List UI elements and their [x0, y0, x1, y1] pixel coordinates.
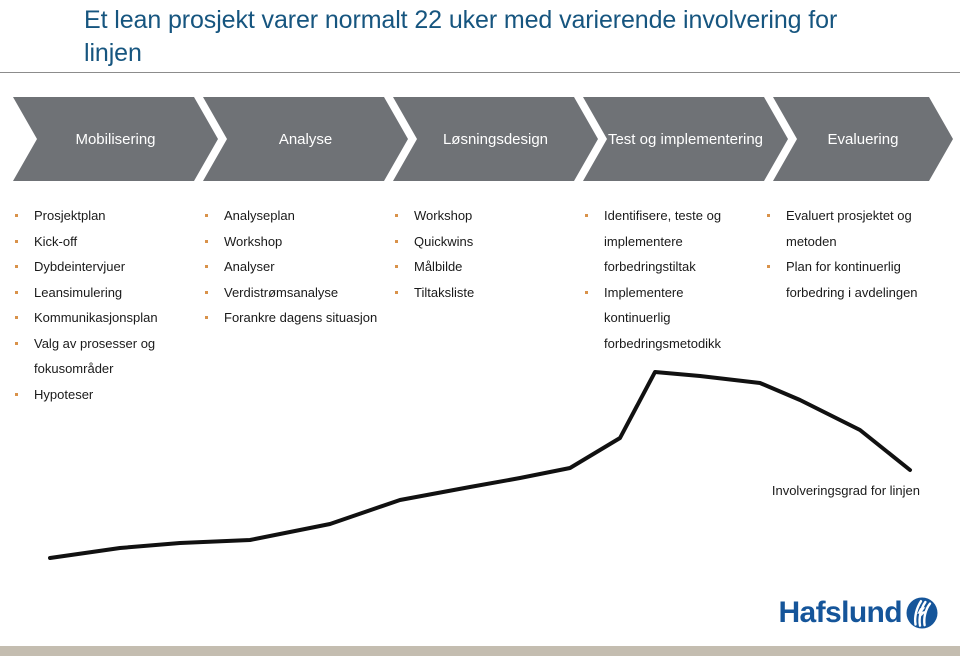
list-item: Workshop: [204, 229, 384, 255]
list-item-label: Tiltaksliste: [414, 284, 475, 300]
list-item-label: Verdistrømsanalyse: [224, 284, 339, 300]
list-item: Workshop: [394, 203, 564, 229]
list-item-label: Identifisere, teste og implementere forb…: [604, 208, 722, 274]
bullet-icon: [205, 316, 208, 319]
bullet-icon: [205, 239, 208, 243]
phase-chevron-analyse[interactable]: Analyse: [203, 97, 408, 181]
phase-chevron-losningsdesign[interactable]: Løsningsdesign: [393, 97, 598, 181]
phase-label: Mobilisering: [75, 130, 156, 148]
list-item-label: Workshop: [224, 233, 283, 249]
page-title: Et lean prosjekt varer normalt 22 uker m…: [84, 6, 838, 67]
list-item-label: Hypoteser: [34, 386, 94, 402]
bullet-icon: [15, 265, 18, 268]
bullet-icon: [15, 392, 18, 396]
list-item-label: Kommunikasjonsplan: [34, 310, 158, 325]
list-item-label: Leansimulering: [34, 284, 123, 300]
bullet-icon: [15, 214, 18, 217]
phase-chevron-band: Mobilisering Analyse Løsningsdesign Test…: [0, 97, 960, 181]
list-item: Implementere kontinuerlig forbedringsmet…: [584, 280, 749, 357]
list-item: Leansimulering: [14, 280, 204, 306]
phase-label: Analyse: [278, 130, 333, 148]
list-item-label: Workshop: [414, 208, 473, 223]
list-item: Dybdeintervjuer: [14, 254, 204, 280]
bullet-icon: [585, 214, 588, 217]
list-item-label: Prosjektplan: [34, 208, 106, 223]
bottom-accent-strip: [0, 646, 960, 656]
list-item-label: Kick-off: [34, 233, 78, 249]
bullet-icon: [15, 239, 18, 243]
list-item: Identifisere, teste og implementere forb…: [584, 203, 749, 280]
phase-label: Løsningsdesign: [442, 130, 549, 148]
phase-label: Evaluering: [827, 130, 899, 148]
list-item: Målbilde: [394, 254, 564, 280]
curve-caption: Involveringsgrad for linjen: [771, 483, 920, 498]
list-item: Forankre dagens situasjon: [204, 305, 384, 331]
analyse-column: Analyseplan Workshop Analyser Verdistrøm…: [204, 203, 384, 331]
list-item: Plan for kontinuerlig forbedring i avdel…: [766, 254, 931, 305]
phase-chevron-test-implementering[interactable]: Test og implementering: [583, 97, 788, 181]
title-divider: [0, 72, 960, 73]
list-item-label: Evaluert prosjektet og metoden: [786, 208, 912, 249]
logo-wordmark: Hafslund: [778, 596, 902, 629]
list-item-label: Quickwins: [414, 233, 474, 249]
list-item-label: Analyseplan: [224, 208, 295, 223]
bullet-icon: [767, 265, 770, 268]
bullet-icon: [15, 316, 18, 319]
list-item: Valg av prosesser og fokusområder: [14, 331, 204, 382]
slide-canvas: Et lean prosjekt varer normalt 22 uker m…: [0, 0, 960, 656]
evaluering-column: Evaluert prosjektet og metoden Plan for …: [766, 203, 931, 305]
hafslund-logo: Hafslund: [778, 596, 938, 630]
phase-chevron-mobilisering[interactable]: Mobilisering: [13, 97, 218, 181]
list-item-label: Valg av prosesser og fokusområder: [34, 335, 156, 377]
losningsdesign-column: Workshop Quickwins Målbilde Tiltaksliste: [394, 203, 564, 305]
mobilisering-column: Prosjektplan Kick-off Dybdeintervjuer Le…: [14, 203, 204, 407]
bullet-icon: [205, 265, 208, 268]
bullet-icon: [395, 214, 398, 217]
list-item-label: Dybdeintervjuer: [34, 259, 126, 274]
phase-label: Test og implementering: [607, 130, 764, 148]
bullet-icon: [395, 290, 398, 294]
list-item: Hypoteser: [14, 382, 204, 408]
test-implementering-column: Identifisere, teste og implementere forb…: [584, 203, 749, 356]
list-item: Kommunikasjonsplan: [14, 305, 204, 331]
bullet-icon: [395, 265, 398, 268]
list-item-label: Målbilde: [414, 259, 463, 274]
hafslund-emblem-icon: [906, 597, 938, 629]
bullet-icon: [767, 214, 770, 217]
phase-chevron-evaluering[interactable]: Evaluering: [773, 97, 953, 181]
list-item: Prosjektplan: [14, 203, 204, 229]
list-item: Tiltaksliste: [394, 280, 564, 306]
list-item: Analyseplan: [204, 203, 384, 229]
bullet-icon: [585, 290, 588, 294]
list-item: Verdistrømsanalyse: [204, 280, 384, 306]
bullet-icon: [15, 290, 18, 294]
bullet-icon: [395, 239, 398, 243]
list-item: Analyser: [204, 254, 384, 280]
list-item: Quickwins: [394, 229, 564, 255]
bullet-icon: [15, 341, 18, 345]
list-item: Evaluert prosjektet og metoden: [766, 203, 931, 254]
list-item-label: Forankre dagens situasjon: [224, 310, 378, 325]
list-item-label: Plan for kontinuerlig forbedring i avdel…: [786, 259, 918, 300]
list-item-label: Analyser: [224, 259, 275, 274]
list-item-label: Implementere kontinuerlig forbedringsmet…: [604, 284, 722, 351]
bullet-icon: [205, 214, 208, 217]
bullet-icon: [205, 290, 208, 294]
list-item: Kick-off: [14, 229, 204, 255]
